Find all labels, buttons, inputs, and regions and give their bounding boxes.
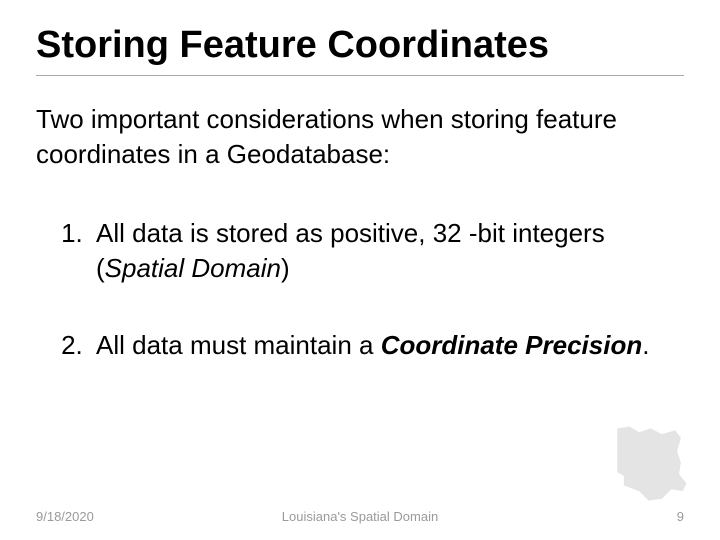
list-item-prefix: All data must maintain a bbox=[96, 330, 381, 360]
louisiana-watermark-icon bbox=[603, 417, 698, 512]
list-item: All data must maintain a Coordinate Prec… bbox=[90, 328, 684, 363]
footer-date: 9/18/2020 bbox=[36, 509, 94, 524]
list-item-suffix: . bbox=[642, 330, 649, 360]
intro-text: Two important considerations when storin… bbox=[36, 102, 684, 172]
slide-title: Storing Feature Coordinates bbox=[36, 24, 684, 76]
term-coordinate-precision: Coordinate Precision bbox=[381, 330, 643, 360]
slide-footer: 9/18/2020 Louisiana's Spatial Domain 9 bbox=[0, 509, 720, 524]
footer-title: Louisiana's Spatial Domain bbox=[282, 509, 438, 524]
list-item: All data is stored as positive, 32 -bit … bbox=[90, 216, 684, 286]
footer-page-number: 9 bbox=[677, 509, 684, 524]
term-spatial-domain: Spatial Domain bbox=[105, 253, 281, 283]
list-item-suffix: ) bbox=[281, 253, 290, 283]
numbered-list: All data is stored as positive, 32 -bit … bbox=[36, 216, 684, 363]
slide-container: Storing Feature Coordinates Two importan… bbox=[0, 0, 720, 540]
